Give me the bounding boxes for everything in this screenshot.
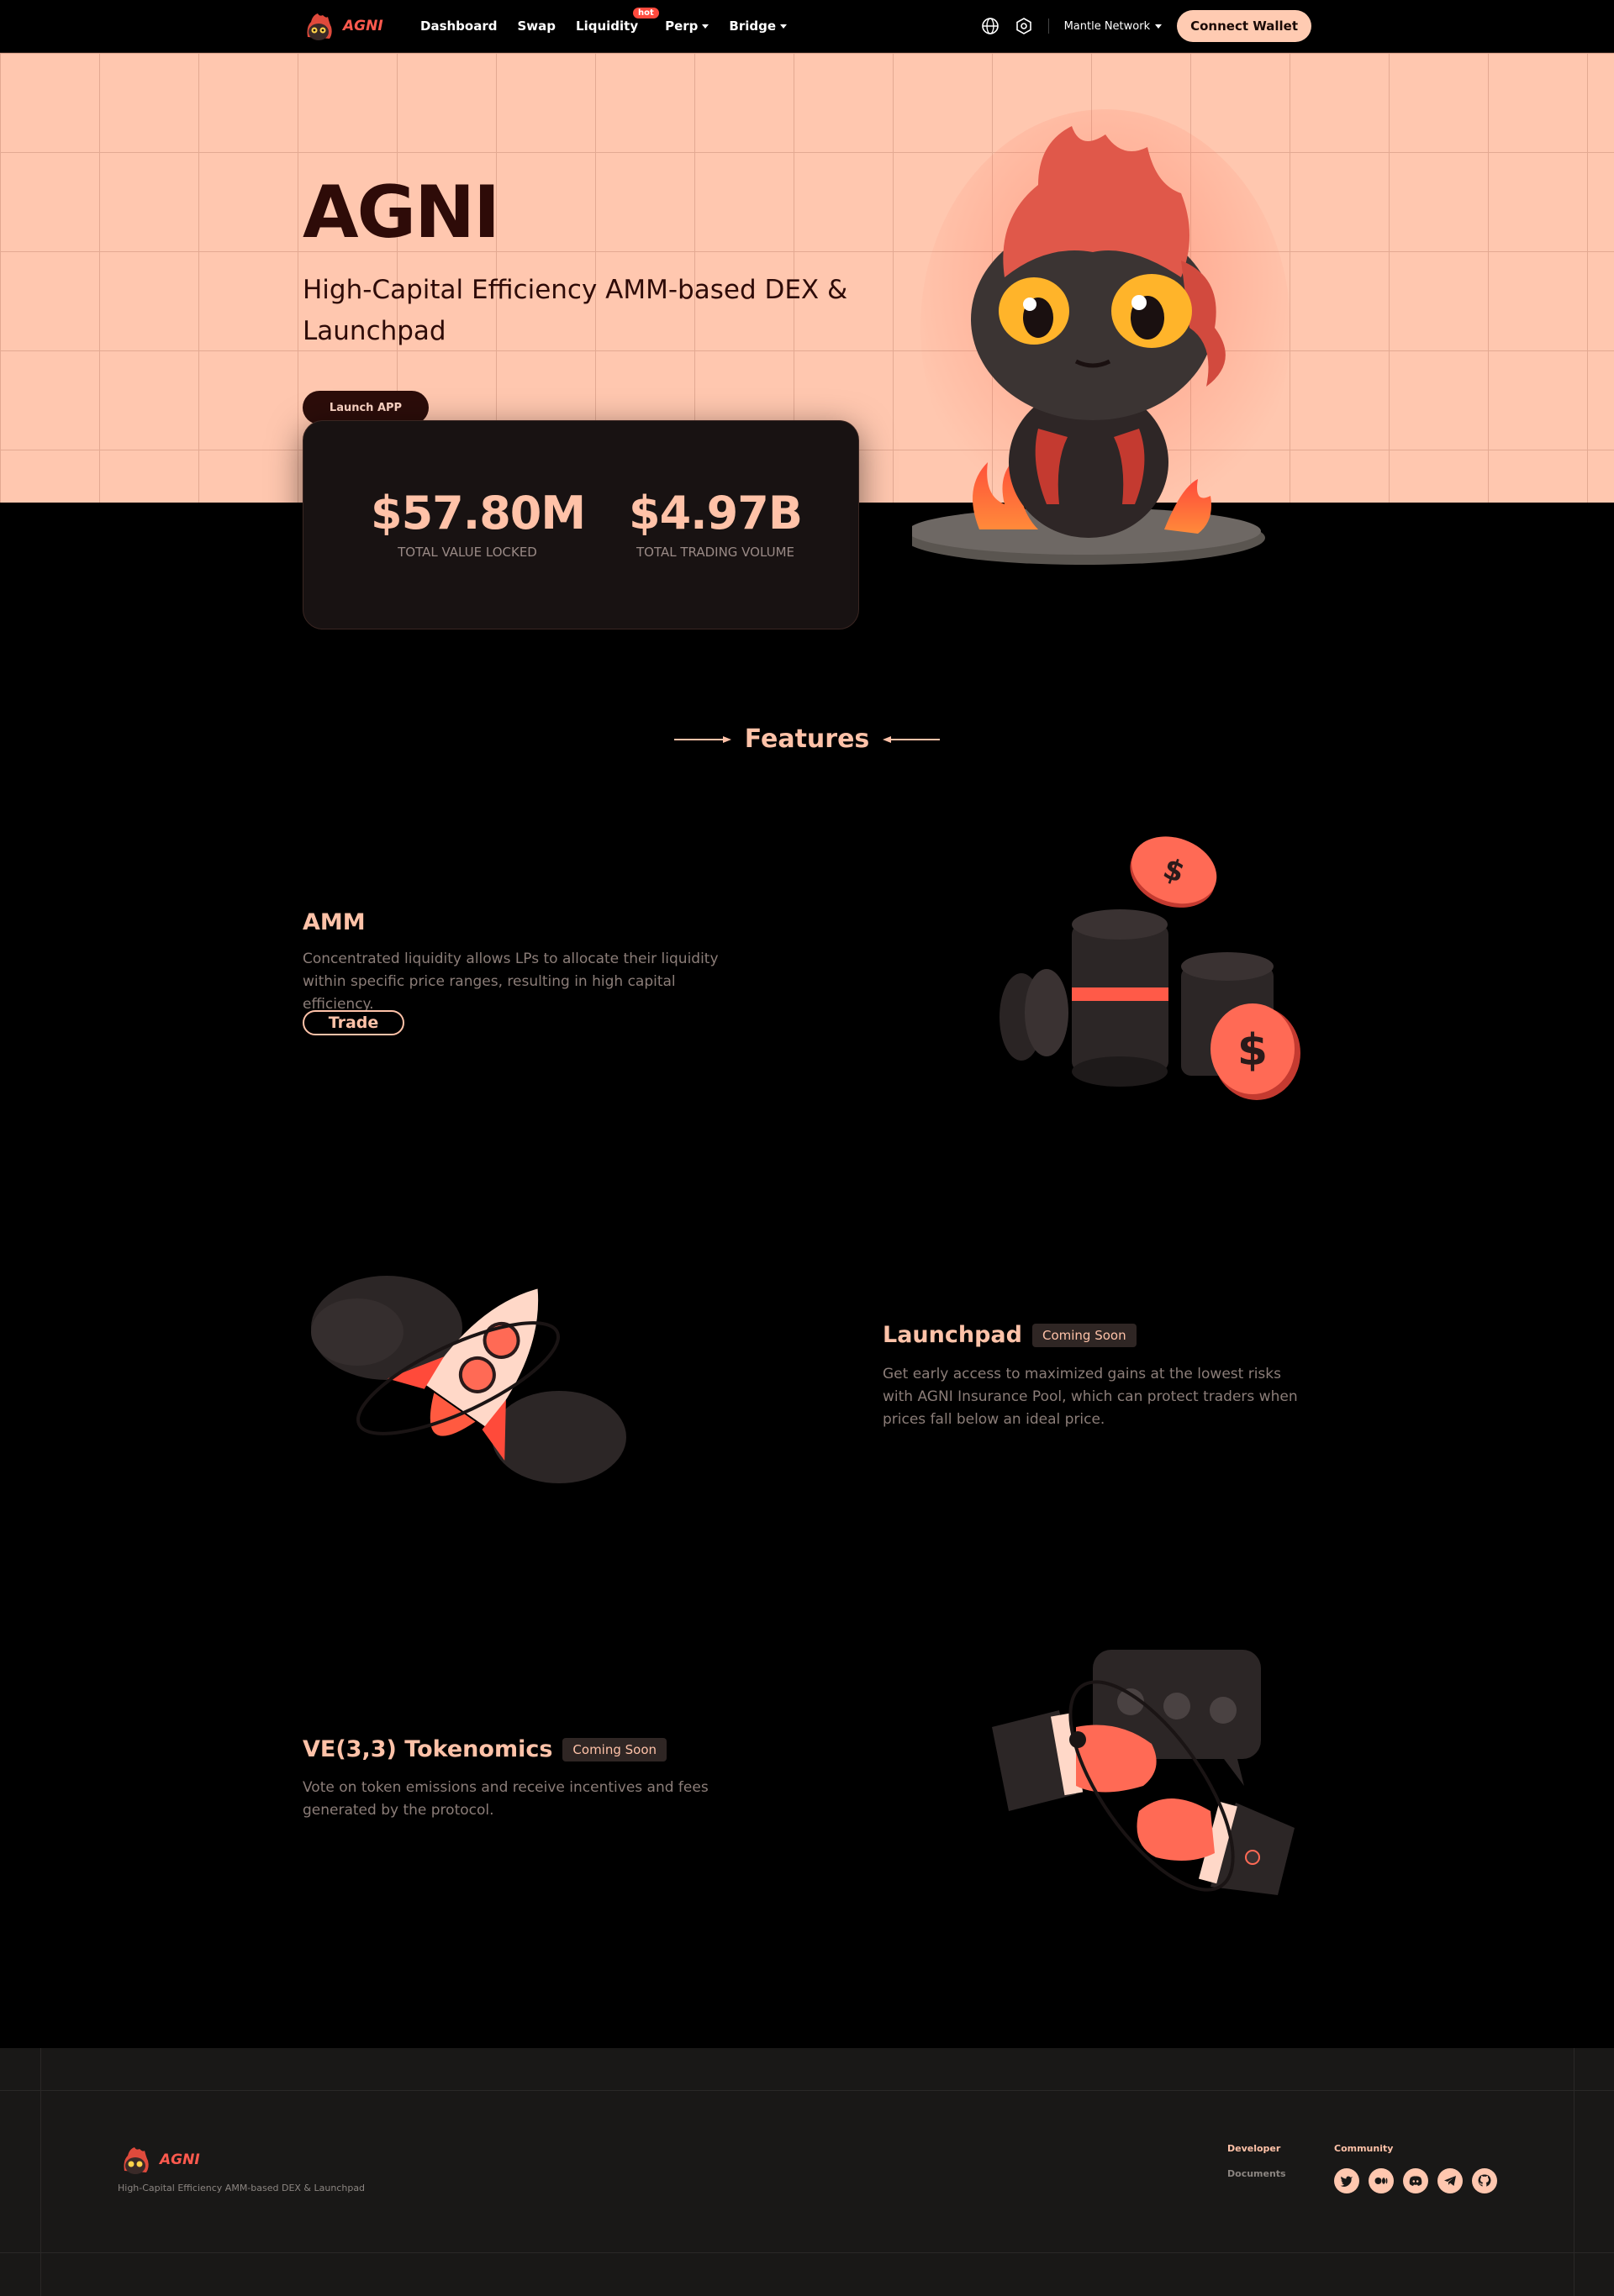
feature-ve33-desc: Vote on token emissions and receive ince… — [303, 1779, 709, 1819]
launch-app-button[interactable]: Launch APP — [303, 391, 429, 424]
nav-perp-label: Perp — [665, 18, 699, 34]
developer-title: Developer — [1227, 2143, 1281, 2154]
features-heading: Features — [0, 724, 1614, 754]
connect-wallet-button[interactable]: Connect Wallet — [1177, 10, 1311, 42]
social-links — [1334, 2168, 1497, 2193]
tvl-stat: $57.80M TOTAL VALUE LOCKED — [371, 487, 586, 560]
footer-logo-text: AGNI — [160, 2151, 200, 2168]
volume-label: TOTAL TRADING VOLUME — [636, 545, 794, 560]
footer-logo[interactable]: AGNI — [118, 2142, 200, 2178]
feature-launchpad-title: Launchpad Coming Soon — [883, 1322, 1137, 1348]
nav-perp[interactable]: Perp — [665, 18, 709, 34]
telegram-icon[interactable] — [1437, 2168, 1463, 2193]
arrow-decoration-icon — [883, 735, 941, 743]
logo-text: AGNI — [343, 18, 383, 34]
nav-bridge-label: Bridge — [729, 18, 777, 34]
nav-divider — [1047, 18, 1049, 34]
hero-title: AGNI — [303, 171, 500, 255]
coming-soon-badge: Coming Soon — [562, 1737, 667, 1761]
twitter-icon[interactable] — [1334, 2168, 1359, 2193]
feature-amm-title: AMM — [303, 909, 366, 935]
feature-launchpad-desc: Get early access to maximized gains at t… — [883, 1366, 1298, 1428]
footer-grid-line — [0, 2252, 1614, 2253]
dragon-mascot-illustration — [912, 109, 1290, 565]
nav-liquidity[interactable]: Liquidity hot — [576, 8, 659, 34]
tvl-value: $57.80M — [371, 487, 586, 540]
nav-bridge[interactable]: Bridge — [729, 18, 788, 34]
agni-mascot-icon — [307, 13, 332, 40]
network-selector[interactable]: Mantle Network — [1064, 20, 1163, 33]
rocket-illustration — [311, 1276, 626, 1483]
footer-grid-line — [0, 2090, 1614, 2091]
hero-subtitle: High-Capital Efficiency AMM-based DEX & … — [303, 275, 848, 346]
network-label: Mantle Network — [1063, 19, 1151, 33]
tvl-label: TOTAL VALUE LOCKED — [398, 545, 537, 560]
footer-tagline: High-Capital Efficiency AMM-based DEX & … — [118, 2183, 366, 2193]
footer-grid-line — [40, 2048, 41, 2296]
trade-button[interactable]: Trade — [303, 1010, 404, 1035]
volume-value: $4.97B — [629, 487, 803, 540]
discord-icon[interactable] — [1403, 2168, 1428, 2193]
feature-launchpad-title-text: Launchpad — [883, 1322, 1022, 1348]
volume-stat: $4.97B TOTAL TRADING VOLUME — [619, 487, 812, 560]
medium-icon[interactable] — [1369, 2168, 1394, 2193]
feature-ve33-title-text: VE(3,3) Tokenomics — [303, 1736, 553, 1762]
nav-dashboard[interactable]: Dashboard — [420, 18, 497, 34]
nav-swap[interactable]: Swap — [517, 18, 556, 34]
coming-soon-badge: Coming Soon — [1031, 1323, 1137, 1347]
nav-right: Mantle Network Connect Wallet — [981, 10, 1311, 42]
chevron-down-icon — [1155, 24, 1163, 29]
features-title: Features — [744, 724, 870, 754]
chevron-down-icon — [702, 24, 709, 29]
github-icon[interactable] — [1472, 2168, 1497, 2193]
globe-icon[interactable] — [981, 17, 1000, 35]
agni-mascot-icon — [124, 2147, 149, 2174]
documents-link[interactable]: Documents — [1227, 2168, 1286, 2179]
nav-links: Dashboard Swap Liquidity hot Perp Bridge — [420, 8, 788, 34]
features-title-wrap: Features — [673, 724, 941, 754]
feature-amm-title-text: AMM — [303, 909, 366, 935]
logo[interactable]: AGNI — [301, 8, 383, 44]
nav-liquidity-label: Liquidity — [576, 18, 639, 34]
feature-amm-desc: Concentrated liquidity allows LPs to all… — [303, 951, 719, 1013]
feature-ve33-title: VE(3,3) Tokenomics Coming Soon — [303, 1736, 667, 1762]
svg-text:$: $ — [1237, 1025, 1268, 1076]
coins-illustration: $ $ — [1000, 836, 1300, 1100]
top-nav: AGNI Dashboard Swap Liquidity hot Perp B… — [0, 0, 1614, 53]
arrow-decoration-icon — [673, 735, 731, 743]
settings-icon[interactable] — [1015, 17, 1033, 35]
community-title: Community — [1334, 2143, 1394, 2154]
hot-badge: hot — [633, 8, 659, 18]
handshake-illustration — [992, 1650, 1295, 1895]
chevron-down-icon — [780, 24, 788, 29]
stats-card: $57.80M TOTAL VALUE LOCKED $4.97B TOTAL … — [303, 420, 859, 629]
